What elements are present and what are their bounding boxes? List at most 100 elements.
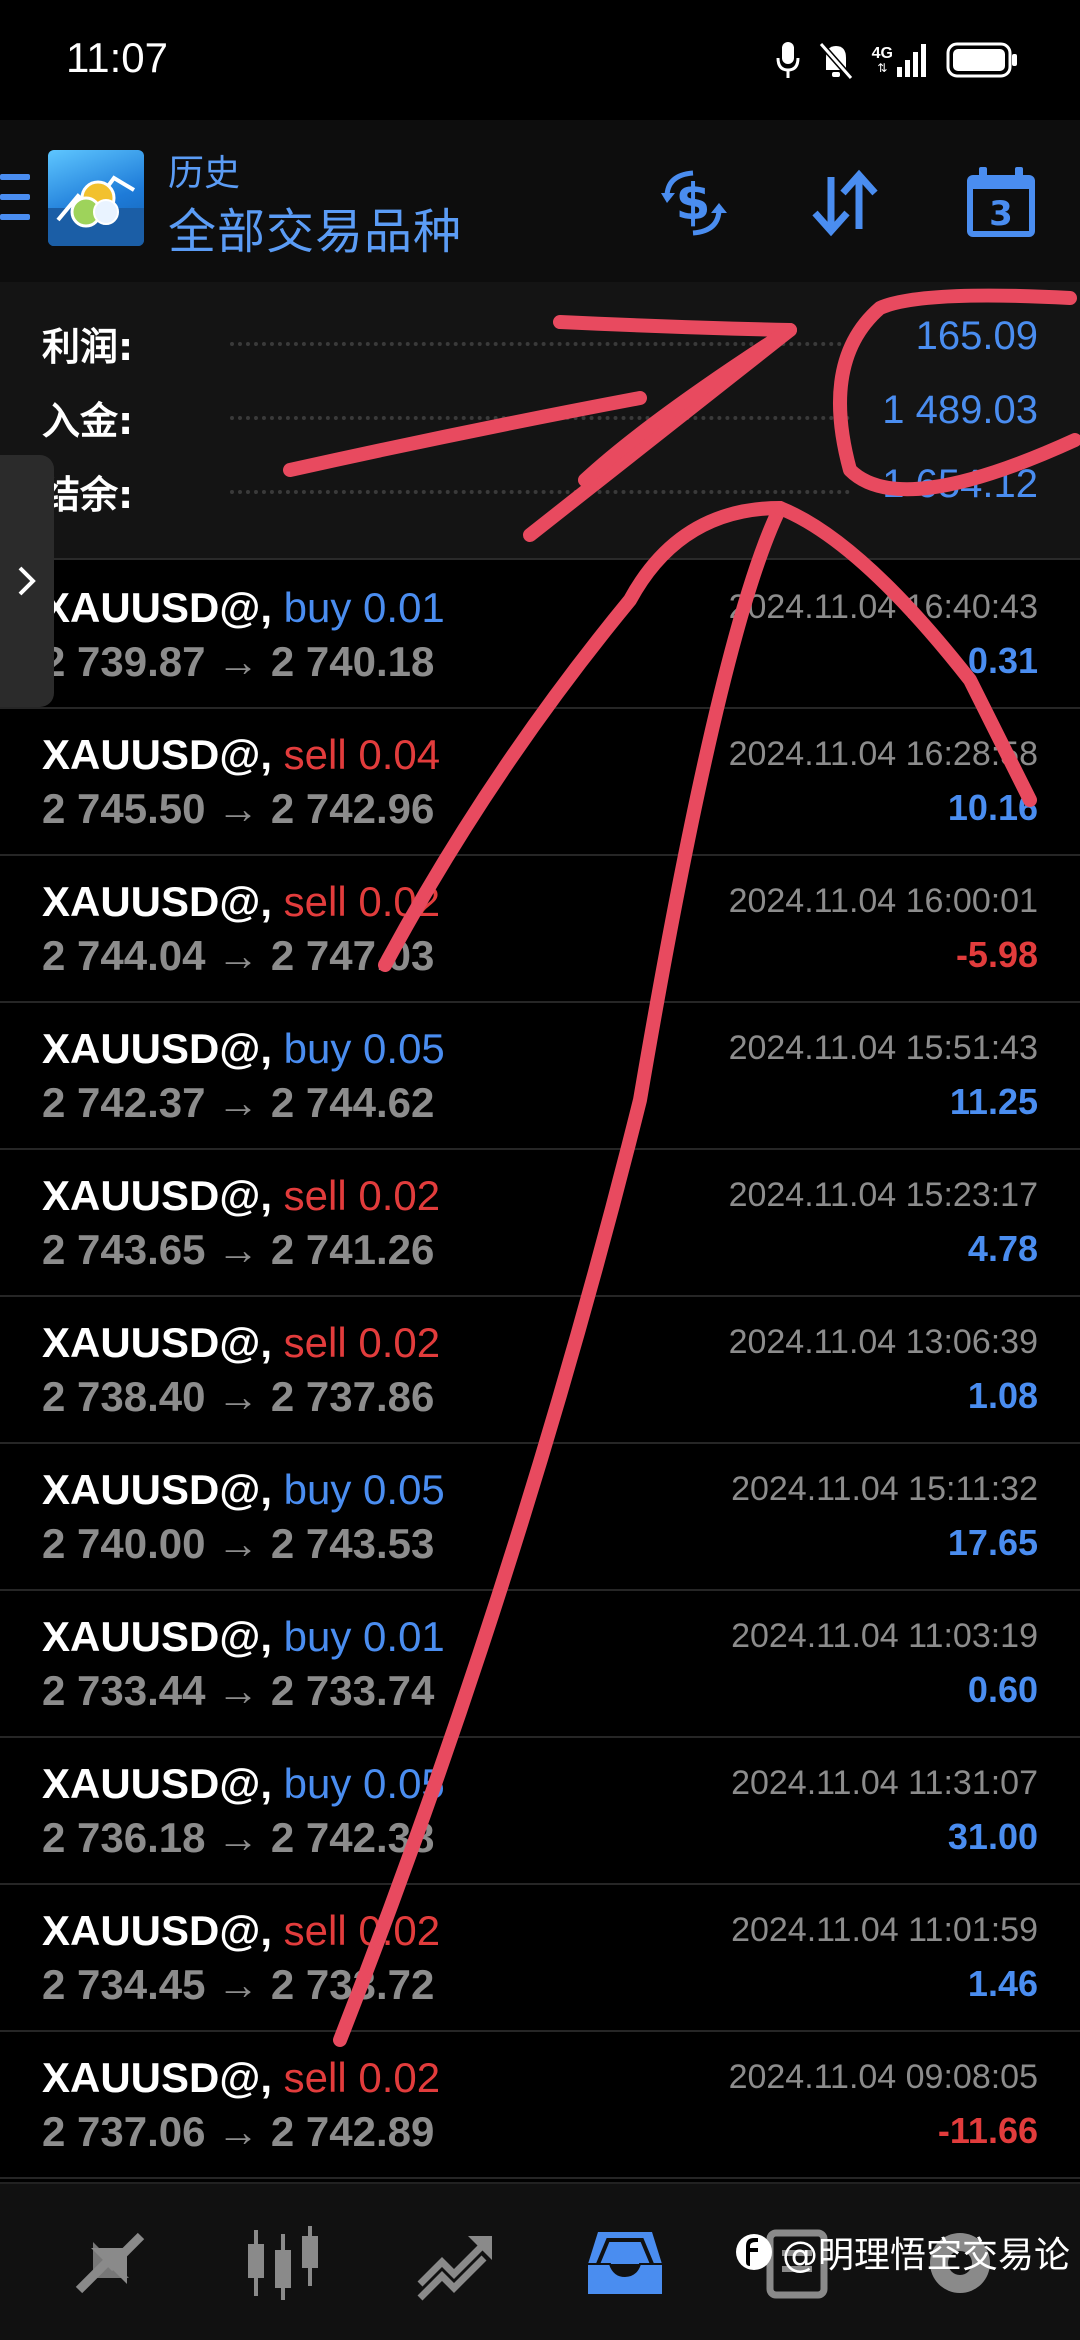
summary-panel: 利润: 165.09 入金: 1 489.03 结余: 1 654.12 bbox=[0, 282, 1080, 560]
status-time: 11:07 bbox=[66, 34, 168, 81]
trade-prices: 2 734.45 → 2 733.72 bbox=[42, 1961, 434, 2009]
status-icons: 4G ⇅ bbox=[776, 38, 1018, 82]
close-price: 2 741.26 bbox=[270, 1226, 435, 1273]
profit-value: 165.09 bbox=[915, 314, 1038, 358]
close-price: 2 740.18 bbox=[270, 638, 435, 685]
trade-symbol: XAUUSD@ bbox=[42, 1907, 261, 1954]
open-price: 2 742.37 bbox=[42, 1079, 206, 1126]
close-price: 2 733.74 bbox=[270, 1667, 435, 1714]
open-price: 2 743.65 bbox=[42, 1226, 206, 1273]
svg-text:$: $ bbox=[676, 173, 711, 231]
trade-row[interactable]: XAUUSD@, sell 0.04 2 745.50 → 2 742.96 2… bbox=[0, 709, 1080, 856]
trade-time: 2024.11.04 16:40:43 bbox=[728, 588, 1038, 626]
open-price: 2 740.00 bbox=[42, 1520, 206, 1567]
trade-prices: 2 745.50 → 2 742.96 bbox=[42, 785, 434, 833]
trade-profit: 0.60 bbox=[967, 1669, 1038, 1710]
open-price: 2 737.06 bbox=[42, 2108, 206, 2155]
trade-row[interactable]: XAUUSD@, buy 0.05 2 736.18 → 2 742.38 20… bbox=[0, 1738, 1080, 1885]
open-price: 2 744.04 bbox=[42, 932, 206, 979]
trade-profit: 1.46 bbox=[967, 1963, 1038, 2004]
trade-type: sell bbox=[283, 1172, 347, 1219]
trade-symbol-line: XAUUSD@, buy 0.01 bbox=[42, 584, 445, 631]
trade-profit: 11.25 bbox=[949, 1081, 1038, 1122]
trade-symbol-line: XAUUSD@, sell 0.02 bbox=[42, 878, 441, 925]
trade-symbol-line: XAUUSD@, sell 0.02 bbox=[42, 1172, 441, 1219]
trade-profit: 17.65 bbox=[947, 1522, 1038, 1563]
trade-symbol-line: XAUUSD@, buy 0.05 bbox=[42, 1760, 445, 1807]
mute-bell-icon bbox=[818, 42, 853, 80]
app-logo bbox=[48, 150, 144, 246]
trade-prices: 2 738.40 → 2 737.86 bbox=[42, 1373, 434, 1421]
deposit-label: 入金: bbox=[42, 399, 134, 443]
trade-type: sell bbox=[283, 1907, 347, 1954]
trade-symbol-line: XAUUSD@, buy 0.01 bbox=[42, 1613, 445, 1660]
trade-time: 2024.11.04 15:23:17 bbox=[728, 1176, 1038, 1214]
nav-quotes[interactable] bbox=[65, 2218, 155, 2308]
arrow-right-icon: → bbox=[217, 1667, 260, 1714]
trade-volume: 0.02 bbox=[358, 878, 441, 925]
page-title[interactable]: 全部交易品种 bbox=[168, 192, 462, 262]
trade-type: sell bbox=[283, 1319, 347, 1366]
arrow-right-icon: → bbox=[217, 1079, 260, 1126]
trade-row[interactable]: XAUUSD@, sell 0.02 2 737.06 → 2 742.89 2… bbox=[0, 2032, 1080, 2179]
balance-value: 1 654.12 bbox=[882, 462, 1038, 506]
trade-profit: 0.31 bbox=[967, 640, 1038, 681]
trade-symbol-line: XAUUSD@, sell 0.02 bbox=[42, 2054, 441, 2101]
trade-prices: 2 743.65 → 2 741.26 bbox=[42, 1226, 434, 1274]
balance-label: 结余: bbox=[42, 473, 134, 517]
watermark-text: @明理悟空交易论 bbox=[781, 2235, 1070, 2276]
nav-trade[interactable] bbox=[410, 2218, 500, 2308]
trade-icon bbox=[417, 2236, 492, 2301]
dotted-leader bbox=[230, 342, 850, 346]
sort-button[interactable] bbox=[802, 160, 888, 246]
nav-chart[interactable] bbox=[238, 2218, 328, 2308]
trade-profit: -11.66 bbox=[937, 2110, 1038, 2151]
open-price: 2 739.87 bbox=[42, 638, 206, 685]
nav-history[interactable] bbox=[580, 2218, 670, 2308]
trade-row[interactable]: XAUUSD@, buy 0.01 2 733.44 → 2 733.74 20… bbox=[0, 1591, 1080, 1738]
trade-symbol: XAUUSD@ bbox=[42, 878, 261, 925]
summary-balance-row: 结余: 1 654.12 bbox=[0, 452, 1080, 522]
trade-type: buy bbox=[283, 1613, 352, 1660]
trade-row[interactable]: XAUUSD@, buy 0.05 2 742.37 → 2 744.62 20… bbox=[0, 1003, 1080, 1150]
trade-profit: 31.00 bbox=[947, 1816, 1038, 1857]
network-type-label: 4G bbox=[871, 45, 893, 62]
trade-row[interactable]: XAUUSD@, sell 0.02 2 744.04 → 2 747.03 2… bbox=[0, 856, 1080, 1003]
trade-symbol: XAUUSD@ bbox=[42, 1025, 261, 1072]
trade-symbol-line: XAUUSD@, sell 0.02 bbox=[42, 1907, 441, 1954]
trade-volume: 0.02 bbox=[358, 2054, 441, 2101]
trade-volume: 0.05 bbox=[363, 1466, 445, 1513]
trade-type: buy bbox=[283, 1025, 352, 1072]
dollar-exchange-icon: $ bbox=[661, 170, 727, 236]
trade-row[interactable]: XAUUSD@, sell 0.02 2 743.65 → 2 741.26 2… bbox=[0, 1150, 1080, 1297]
chevron-right-icon bbox=[18, 566, 36, 596]
trade-type: buy bbox=[283, 584, 352, 631]
trade-prices: 2 733.44 → 2 733.74 bbox=[42, 1667, 434, 1715]
arrow-right-icon: → bbox=[217, 1961, 260, 2008]
menu-icon[interactable] bbox=[0, 174, 30, 220]
trade-prices: 2 740.00 → 2 743.53 bbox=[42, 1520, 434, 1568]
side-panel-handle[interactable] bbox=[0, 455, 54, 707]
trade-time: 2024.11.04 15:11:32 bbox=[731, 1470, 1038, 1508]
trade-row[interactable]: XAUUSD@, buy 0.05 2 740.00 → 2 743.53 20… bbox=[0, 1444, 1080, 1591]
trade-prices: 2 737.06 → 2 742.89 bbox=[42, 2108, 434, 2156]
deposit-filter-button[interactable]: $ bbox=[650, 160, 736, 246]
calendar-period-button[interactable]: 3 bbox=[958, 160, 1044, 246]
trade-symbol: XAUUSD@ bbox=[42, 1172, 261, 1219]
close-price: 2 733.72 bbox=[270, 1961, 435, 2008]
trade-time: 2024.11.04 11:03:19 bbox=[731, 1617, 1038, 1655]
trade-volume: 0.05 bbox=[363, 1760, 445, 1807]
watermark-logo-icon bbox=[735, 2234, 772, 2270]
trade-symbol: XAUUSD@ bbox=[42, 1466, 261, 1513]
trade-row[interactable]: XAUUSD@, sell 0.02 2 738.40 → 2 737.86 2… bbox=[0, 1297, 1080, 1444]
trade-type: sell bbox=[283, 2054, 347, 2101]
close-price: 2 744.62 bbox=[270, 1079, 435, 1126]
trade-symbol: XAUUSD@ bbox=[42, 1319, 261, 1366]
open-price: 2 734.45 bbox=[42, 1961, 206, 2008]
arrow-right-icon: → bbox=[217, 932, 260, 979]
trade-row[interactable]: XAUUSD@, sell 0.02 2 734.45 → 2 733.72 2… bbox=[0, 1885, 1080, 2032]
close-price: 2 737.86 bbox=[270, 1373, 435, 1420]
trade-type: sell bbox=[283, 731, 347, 778]
trade-row[interactable]: XAUUSD@, buy 0.01 2 739.87 → 2 740.18 20… bbox=[0, 562, 1080, 709]
watermark: @明理悟空交易论 bbox=[734, 2222, 1070, 2282]
